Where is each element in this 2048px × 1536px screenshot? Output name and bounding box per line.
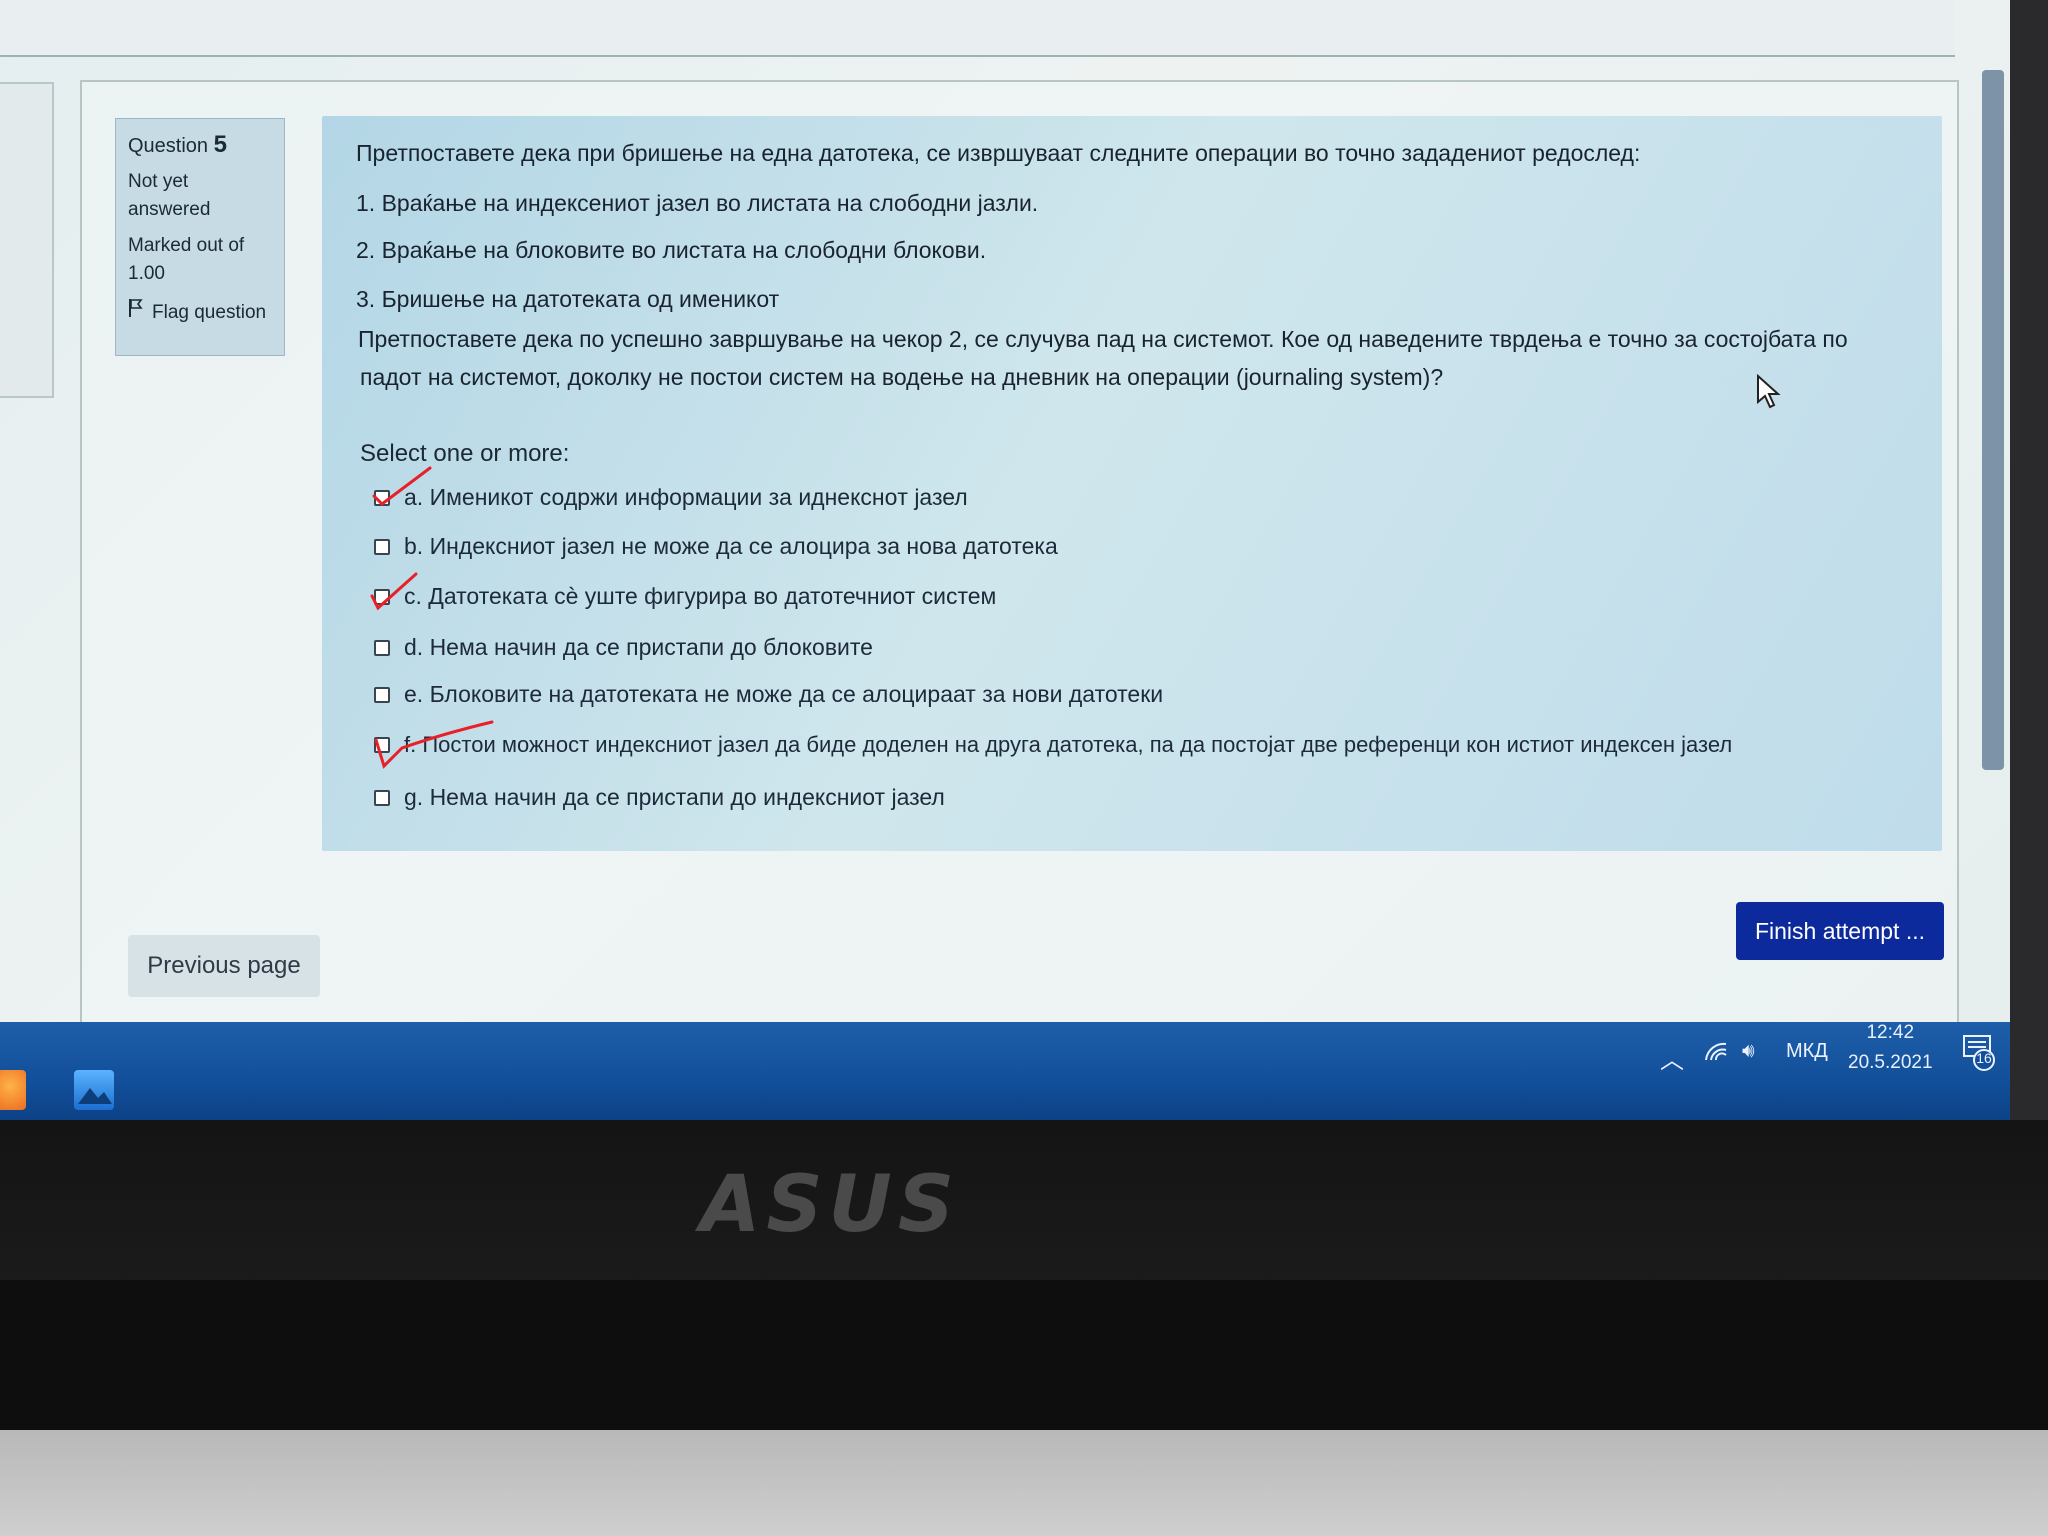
question-status: Not yet answered: [128, 171, 211, 220]
top-header-strip: [0, 0, 1955, 57]
question-prompt-line-1: Претпоставете дека по успешно завршување…: [358, 326, 1848, 352]
previous-page-button[interactable]: Previous page: [128, 935, 320, 997]
laptop-base: [0, 1280, 2048, 1440]
option-f-checkbox[interactable]: [374, 737, 390, 753]
desk-surface: [0, 1430, 2048, 1536]
option-b-label: b. Индексниот јазел не може да се алоцир…: [404, 533, 1058, 559]
finish-attempt-button[interactable]: Finish attempt ...: [1736, 902, 1944, 960]
option-c-checkbox[interactable]: [374, 588, 390, 605]
flag-question-label: Flag question: [152, 301, 267, 323]
question-step-1: 1. Враќање на индексениот јазел во листа…: [356, 190, 1039, 216]
question-info-panel: Question 5 Not yet answered Marked out o…: [115, 118, 285, 356]
mouse-cursor-icon: [1757, 374, 1781, 409]
show-hidden-icons-chevron-icon[interactable]: ︿: [1660, 1040, 1684, 1075]
option-g-checkbox[interactable]: [374, 789, 390, 806]
question-number-value: 5: [213, 131, 227, 158]
option-d-checkbox[interactable]: [374, 639, 390, 656]
option-f-label: f. Постои можност индексниот јазел да би…: [404, 732, 1733, 757]
laptop-bezel: [0, 1120, 2048, 1290]
option-e-checkbox[interactable]: [374, 686, 390, 703]
option-d-label: d. Нема начин да се пристапи до блоковит…: [404, 634, 873, 660]
question-prompt-line-2: падот на системот, доколку не постои сис…: [360, 364, 1444, 390]
wifi-icon[interactable]: [1704, 1040, 1730, 1070]
question-step-2: 2. Враќање на блоковите во листата на сл…: [356, 237, 987, 263]
question-step-3: 3. Бришење на датотеката од имeникот: [356, 286, 780, 312]
option-a-checkbox[interactable]: [374, 489, 390, 506]
question-number: Question 5: [128, 131, 272, 160]
laptop-screen: Question 5 Not yet answered Marked out o…: [0, 0, 2010, 1055]
left-drawer-edge: [0, 82, 54, 398]
volume-icon[interactable]: 🔊︎: [1742, 1040, 1755, 1063]
mountain-icon: [78, 1088, 112, 1104]
option-f[interactable]: f. Постои можност индексниот јазел да би…: [374, 732, 1732, 758]
option-a[interactable]: a. Именикот содржи информации за иднексн…: [374, 484, 968, 511]
option-g-label: g. Нема начин да се пристапи до индексни…: [404, 784, 945, 810]
taskbar: [0, 1022, 2010, 1122]
option-b-checkbox[interactable]: [374, 538, 390, 555]
option-a-label: a. Именикот содржи информации за иднексн…: [404, 484, 968, 510]
option-e[interactable]: e. Блоковите на датотеката не може да се…: [374, 681, 1163, 708]
notification-center-button[interactable]: 16: [1962, 1034, 1996, 1079]
brand-logo: ASUS: [700, 1160, 961, 1250]
option-c-label: c. Датотеката сè уште фигурира во датоте…: [404, 583, 997, 609]
language-indicator[interactable]: МКД: [1786, 1040, 1828, 1063]
system-clock[interactable]: 12:42 20.5.2021: [1848, 1018, 1933, 1078]
select-instruction: Select one or more:: [360, 440, 570, 467]
flag-icon: [128, 298, 144, 327]
firefox-icon[interactable]: [0, 1070, 26, 1110]
question-label: Question: [128, 135, 209, 157]
option-b[interactable]: b. Индексниот јазел не може да се алоцир…: [374, 533, 1058, 560]
notification-count: 16: [1976, 1050, 1992, 1066]
option-c[interactable]: c. Датотеката сè уште фигурира во датоте…: [374, 583, 996, 610]
scroll-down-arrow-icon[interactable]: ▼: [2009, 990, 2010, 1006]
photos-app-icon[interactable]: [74, 1070, 114, 1110]
option-g[interactable]: g. Нема начин да се пристапи до индексни…: [374, 784, 945, 811]
vertical-scrollbar[interactable]: [1982, 70, 2004, 770]
question-intro: Претпоставете дека при бришење на една д…: [356, 140, 1641, 166]
clock-date: 20.5.2021: [1848, 1052, 1933, 1073]
clock-time: 12:42: [1866, 1022, 1915, 1043]
flag-question-link[interactable]: Flag question: [128, 298, 272, 327]
option-e-label: e. Блоковите на датотеката не може да се…: [404, 681, 1164, 707]
option-d[interactable]: d. Нема начин да се пристапи до блоковит…: [374, 634, 873, 661]
question-marks: Marked out of 1.00: [128, 235, 245, 284]
